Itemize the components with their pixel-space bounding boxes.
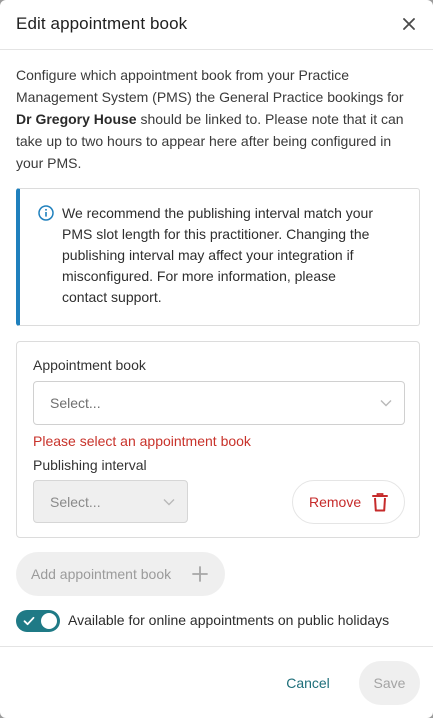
appointment-book-select[interactable]: Select... [33, 381, 405, 425]
publishing-interval-label: Publishing interval [33, 457, 147, 473]
info-callout: We recommend the publishing interval mat… [16, 188, 420, 326]
publishing-interval-select[interactable]: Select... [33, 480, 188, 523]
save-button[interactable]: Save [359, 661, 420, 705]
intro-text-before: Configure which appointment book from yo… [16, 67, 404, 105]
check-icon [23, 616, 35, 626]
intro-description: Configure which appointment book from yo… [16, 64, 416, 174]
chevron-down-icon [163, 498, 175, 505]
practitioner-name: Dr Gregory House [16, 111, 137, 127]
public-holidays-toggle[interactable] [16, 610, 60, 632]
remove-button[interactable]: Remove [292, 480, 405, 524]
add-appointment-book-button[interactable]: Add appointment book [16, 552, 225, 596]
trash-icon [372, 493, 388, 512]
appointment-book-error: Please select an appointment book [33, 433, 251, 449]
remove-button-label: Remove [309, 494, 362, 510]
close-button[interactable] [399, 12, 419, 36]
cancel-button[interactable]: Cancel [272, 661, 344, 705]
modal-title: Edit appointment book [16, 14, 188, 33]
appointment-book-label: Appointment book [33, 357, 146, 373]
info-text: We recommend the publishing interval mat… [62, 205, 374, 305]
info-icon [38, 205, 54, 221]
appointment-book-select-value: Select... [50, 395, 101, 411]
chevron-down-icon [380, 400, 392, 407]
appointment-book-card: Appointment book Select... Please select… [16, 341, 420, 538]
close-icon [403, 18, 415, 30]
add-appointment-book-label: Add appointment book [31, 566, 172, 582]
toggle-knob [41, 613, 57, 629]
publishing-interval-select-value: Select... [50, 493, 101, 510]
modal-header: Edit appointment book [0, 0, 433, 50]
plus-icon [192, 566, 208, 582]
edit-appointment-book-modal: Edit appointment book Configure which ap… [0, 0, 433, 718]
public-holidays-toggle-label: Available for online appointments on pub… [68, 612, 390, 628]
modal-footer: Cancel Save [0, 646, 433, 718]
